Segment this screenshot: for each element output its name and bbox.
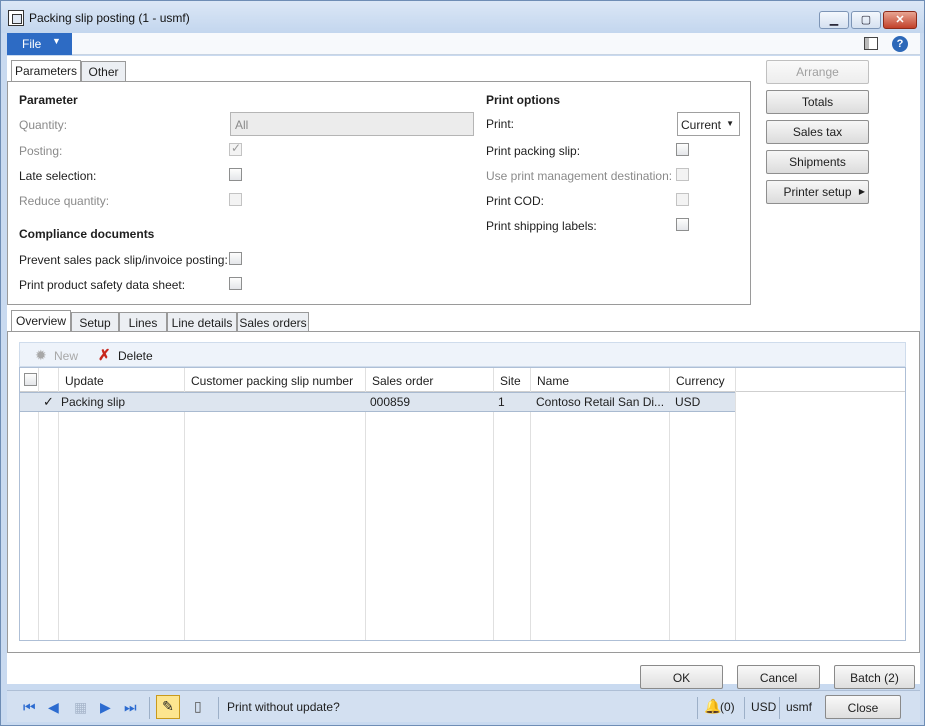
printer-setup-button[interactable]: Printer setup ▶ bbox=[766, 180, 869, 204]
print-cod-label: Print COD: bbox=[486, 194, 545, 208]
print-mgmt-checkbox bbox=[676, 168, 689, 181]
column-header-sales-order[interactable]: Sales order bbox=[366, 368, 433, 392]
maximize-button[interactable]: ▢ bbox=[851, 11, 881, 29]
safety-sheet-label: Print product safety data sheet: bbox=[19, 278, 186, 292]
print-select[interactable]: Current ▼ bbox=[677, 112, 740, 136]
row-checkmark-icon: ✓ bbox=[43, 394, 54, 409]
next-record-icon[interactable]: ▶ bbox=[100, 699, 111, 716]
safety-sheet-checkbox[interactable] bbox=[229, 277, 242, 290]
posting-label: Posting: bbox=[19, 144, 63, 158]
prevent-posting-label: Prevent sales pack slip/invoice posting: bbox=[19, 253, 228, 267]
print-packing-slip-checkbox[interactable] bbox=[676, 143, 689, 156]
shipments-button[interactable]: Shipments bbox=[766, 150, 869, 174]
menu-bar: File ▼ ? bbox=[7, 33, 920, 55]
close-button[interactable]: Close bbox=[825, 695, 901, 719]
close-icon: ✕ bbox=[895, 14, 905, 26]
parameters-panel: Parameter Quantity: All Posting: ✓ Late … bbox=[7, 81, 751, 305]
file-menu[interactable]: File ▼ bbox=[7, 33, 72, 55]
compliance-heading: Compliance documents bbox=[19, 227, 155, 241]
tab-overview[interactable]: Overview bbox=[11, 310, 71, 332]
tab-parameters[interactable]: Parameters bbox=[11, 60, 81, 82]
panel-layout-icon[interactable] bbox=[864, 37, 878, 50]
column-header-currency[interactable]: Currency bbox=[670, 368, 725, 392]
row-site-cell[interactable]: 1 bbox=[498, 395, 505, 409]
column-header-name[interactable]: Name bbox=[531, 368, 569, 392]
reduce-quantity-checkbox bbox=[229, 193, 242, 206]
window: Packing slip posting (1 - usmf) ▁ ▢ ✕ Fi… bbox=[0, 0, 925, 726]
row-currency-cell[interactable]: USD bbox=[675, 395, 700, 409]
row-sales-order-cell[interactable]: 000859 bbox=[370, 395, 410, 409]
column-header-update[interactable]: Update bbox=[59, 368, 104, 392]
chevron-right-icon: ▶ bbox=[858, 187, 865, 196]
app-window-icon bbox=[8, 10, 24, 26]
print-label: Print: bbox=[486, 117, 515, 131]
minimize-button[interactable]: ▁ bbox=[819, 11, 849, 29]
company-indicator: usmf bbox=[786, 700, 813, 714]
dialog-content: Parameters Other Parameter Quantity: All… bbox=[7, 56, 920, 689]
delete-icon: ✗ bbox=[98, 347, 111, 364]
checkmark-icon: ✓ bbox=[231, 141, 242, 155]
row-update-cell[interactable]: Packing slip bbox=[61, 395, 125, 409]
attachment-icon[interactable]: ▯ bbox=[194, 698, 202, 715]
ok-button[interactable]: OK bbox=[640, 665, 723, 689]
grid-header-row bbox=[20, 368, 905, 392]
edit-pencil-icon[interactable]: ✎ bbox=[156, 695, 180, 719]
late-selection-checkbox[interactable] bbox=[229, 168, 242, 181]
totals-button[interactable]: Totals bbox=[766, 90, 869, 114]
first-record-icon[interactable]: ⏮ bbox=[23, 699, 36, 716]
title-bar[interactable]: Packing slip posting (1 - usmf) ▁ ▢ ✕ bbox=[1, 1, 924, 33]
quantity-label: Quantity: bbox=[19, 118, 68, 132]
print-options-heading: Print options bbox=[486, 93, 560, 107]
status-message: Print without update? bbox=[227, 700, 340, 714]
tab-setup[interactable]: Setup bbox=[71, 312, 119, 333]
print-shipping-labels-label: Print shipping labels: bbox=[486, 219, 597, 233]
parameter-heading: Parameter bbox=[19, 93, 78, 107]
grid-view-icon: ▦ bbox=[74, 699, 88, 715]
column-header-site[interactable]: Site bbox=[494, 368, 521, 392]
grid-toolbar: ✹ New ✗ Delete bbox=[19, 342, 906, 367]
new-icon: ✹ bbox=[35, 347, 47, 363]
currency-indicator: USD bbox=[751, 700, 777, 714]
sales-tax-button[interactable]: Sales tax bbox=[766, 120, 869, 144]
chevron-down-icon: ▼ bbox=[726, 119, 734, 128]
close-window-button[interactable]: ✕ bbox=[883, 11, 917, 29]
last-record-icon[interactable]: ⏭ bbox=[124, 699, 137, 716]
chevron-down-icon: ▼ bbox=[52, 36, 61, 46]
previous-record-icon[interactable]: ◀ bbox=[48, 699, 59, 716]
prevent-posting-checkbox[interactable] bbox=[229, 252, 242, 265]
print-cod-checkbox bbox=[676, 193, 689, 206]
tab-sales-orders[interactable]: Sales orders bbox=[237, 312, 309, 333]
late-selection-label: Late selection: bbox=[19, 169, 97, 183]
column-header-customer-packing-slip[interactable]: Customer packing slip number bbox=[185, 368, 353, 392]
file-menu-label: File bbox=[22, 37, 42, 51]
tab-other[interactable]: Other bbox=[81, 61, 126, 82]
minimize-icon: ▁ bbox=[829, 14, 839, 26]
print-packing-slip-label: Print packing slip: bbox=[486, 144, 581, 158]
printer-setup-label: Printer setup bbox=[783, 185, 852, 199]
tab-lines[interactable]: Lines bbox=[119, 312, 167, 333]
delete-button[interactable]: Delete bbox=[118, 349, 153, 363]
quantity-field: All bbox=[230, 112, 474, 136]
bell-icon[interactable]: 🔔 bbox=[704, 698, 721, 715]
posting-checkbox: ✓ bbox=[229, 141, 242, 156]
print-select-value: Current bbox=[681, 118, 722, 132]
help-icon[interactable]: ? bbox=[892, 36, 908, 52]
arrange-button: Arrange bbox=[766, 60, 869, 84]
window-title: Packing slip posting (1 - usmf) bbox=[29, 11, 190, 25]
print-mgmt-label: Use print management destination: bbox=[486, 169, 673, 183]
tab-line-details[interactable]: Line details bbox=[167, 312, 237, 333]
batch-button[interactable]: Batch (2) bbox=[834, 665, 915, 689]
lines-grid: Update Customer packing slip number Sale… bbox=[19, 367, 906, 641]
status-bar: ⏮ ◀ ▦ ▶ ⏭ ✎ ▯ Print without update? 🔔 (0… bbox=[7, 690, 920, 722]
new-button: New bbox=[54, 349, 79, 363]
notification-count: (0) bbox=[720, 700, 735, 714]
maximize-icon: ▢ bbox=[860, 14, 872, 26]
reduce-quantity-label: Reduce quantity: bbox=[19, 194, 110, 208]
row-name-cell[interactable]: Contoso Retail San Di... bbox=[536, 395, 664, 409]
print-shipping-labels-checkbox[interactable] bbox=[676, 218, 689, 231]
select-all-checkbox[interactable] bbox=[24, 373, 37, 386]
cancel-button[interactable]: Cancel bbox=[737, 665, 820, 689]
